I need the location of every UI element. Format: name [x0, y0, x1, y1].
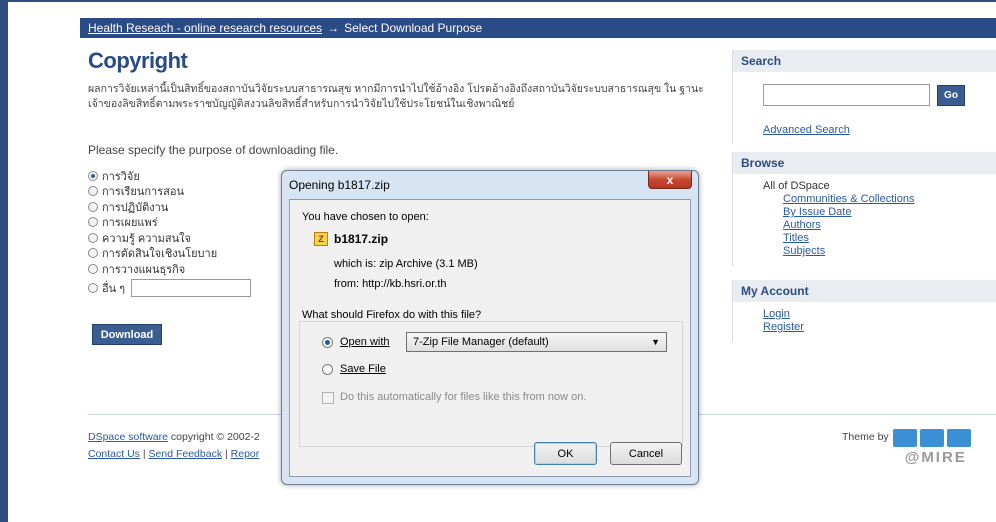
purpose-option-other[interactable]: อื่น ๆ [88, 277, 252, 299]
footer: DSpace software copyright © 2002-2 Conta… [88, 429, 260, 463]
purpose-option[interactable]: การวิจัย [88, 168, 251, 184]
contact-us-link[interactable]: Contact Us [88, 448, 140, 460]
radio-button[interactable] [88, 217, 98, 228]
search-box: Search Go Advanced Search [732, 50, 996, 144]
download-button[interactable]: Download [92, 324, 162, 345]
copyright-text: ผลการวิจัยเหล่านี้เป็นสิทธิ์ของสถาบันวิจ… [88, 83, 704, 110]
radio-button[interactable] [88, 186, 98, 197]
purpose-prompt: Please specify the purpose of downloadin… [88, 143, 339, 157]
footer-separator: | [142, 448, 146, 460]
browse-issue-date-link[interactable]: By Issue Date [783, 206, 851, 218]
save-file-radio[interactable] [322, 364, 333, 375]
browse-authors-link[interactable]: Authors [783, 219, 821, 231]
auto-checkbox[interactable] [322, 392, 334, 404]
file-source: from: http://kb.hsri.or.th [334, 278, 447, 290]
open-with-app: 7-Zip File Manager (default) [413, 336, 549, 348]
account-box: My Account Login Register [732, 280, 996, 342]
download-dialog: Opening b1817.zip x You have chosen to o… [281, 170, 699, 485]
radio-button[interactable] [88, 248, 98, 259]
dialog-body: You have chosen to open: Z b1817.zip whi… [289, 199, 691, 477]
browse-titles-link[interactable]: Titles [783, 232, 809, 244]
send-feedback-link[interactable]: Send Feedback [149, 448, 223, 460]
advanced-search-link[interactable]: Advanced Search [763, 124, 968, 136]
purpose-option[interactable]: การตัดสินใจเชิงนโยบาย [88, 246, 251, 262]
search-input[interactable] [763, 84, 930, 106]
all-of-dspace: All of DSpace [763, 180, 830, 192]
browse-heading: Browse [733, 152, 996, 174]
breadcrumb-home-link[interactable]: Health Reseach - online research resourc… [88, 21, 322, 35]
other-purpose-input[interactable] [131, 278, 252, 297]
mire-logo[interactable]: @MIRE [892, 429, 977, 469]
file-name: b1817.zip [334, 232, 389, 246]
purpose-option[interactable]: การวางแผนธุรกิจ [88, 261, 251, 277]
page-title: Copyright [88, 48, 188, 73]
radio-button[interactable] [88, 170, 98, 181]
purpose-option[interactable]: การเผยแพร่ [88, 215, 251, 231]
go-button[interactable]: Go [937, 84, 965, 106]
sidebar: Search Go Advanced Search Browse All of … [732, 50, 996, 356]
cancel-button[interactable]: Cancel [610, 442, 682, 465]
action-question: What should Firefox do with this file? [299, 309, 485, 321]
radio-button[interactable] [88, 282, 98, 293]
close-button[interactable]: x [648, 171, 692, 189]
radio-button[interactable] [88, 263, 98, 274]
breadcrumb-current: Select Download Purpose [344, 21, 483, 35]
purpose-option[interactable]: การเรียนการสอน [88, 184, 251, 200]
register-link[interactable]: Register [763, 321, 804, 333]
radio-button[interactable] [88, 201, 98, 212]
dspace-software-link[interactable]: DSpace software [88, 431, 168, 443]
browse-box: Browse All of DSpace Communities & Colle… [732, 152, 996, 266]
account-heading: My Account [733, 280, 996, 302]
top-border [8, 0, 996, 2]
footer-separator: | [225, 448, 228, 460]
browse-communities-link[interactable]: Communities & Collections [783, 193, 914, 205]
purpose-label: อื่น ๆ [102, 282, 126, 295]
purpose-option[interactable]: ความรู้ ความสนใจ [88, 230, 251, 246]
breadcrumb: Health Reseach - online research resourc… [80, 18, 996, 38]
search-heading: Search [733, 50, 996, 72]
auto-label: Do this automatically for files like thi… [340, 391, 587, 403]
theme-by-label: Theme by [842, 431, 889, 443]
left-border [0, 0, 8, 522]
dialog-title: Opening b1817.zip [289, 178, 390, 192]
browse-subjects-link[interactable]: Subjects [783, 245, 825, 257]
login-link[interactable]: Login [763, 308, 790, 320]
mire-logo-text: @MIRE [904, 449, 967, 466]
report-link[interactable]: Repor [231, 448, 260, 460]
purpose-option[interactable]: การปฏิบัติงาน [88, 199, 251, 215]
open-with-label[interactable]: Open with [340, 336, 390, 348]
purpose-label: การวางแผนธุรกิจ [102, 263, 186, 276]
purpose-radio-group: การวิจัย การเรียนการสอน การปฏิบัติงาน กา… [88, 168, 252, 299]
radio-button[interactable] [88, 232, 98, 243]
open-with-select[interactable]: 7-Zip File Manager (default) ▼ [406, 332, 667, 352]
save-file-label[interactable]: Save File [340, 363, 386, 375]
ok-button[interactable]: OK [534, 442, 597, 465]
breadcrumb-arrow: → [327, 21, 340, 35]
theme-credit: Theme by @MIRE [842, 429, 977, 469]
file-type: which is: zip Archive (3.1 MB) [334, 258, 478, 270]
chosen-text: You have chosen to open: [302, 211, 429, 223]
chevron-down-icon: ▼ [651, 337, 660, 347]
main-content: Copyright ผลการวิจัยเหล่านี้เป็นสิทธิ์ขอ… [88, 48, 728, 112]
open-with-radio[interactable] [322, 337, 333, 348]
zip-file-icon: Z [314, 232, 328, 246]
footer-copyright: copyright © 2002-2 [170, 431, 260, 443]
